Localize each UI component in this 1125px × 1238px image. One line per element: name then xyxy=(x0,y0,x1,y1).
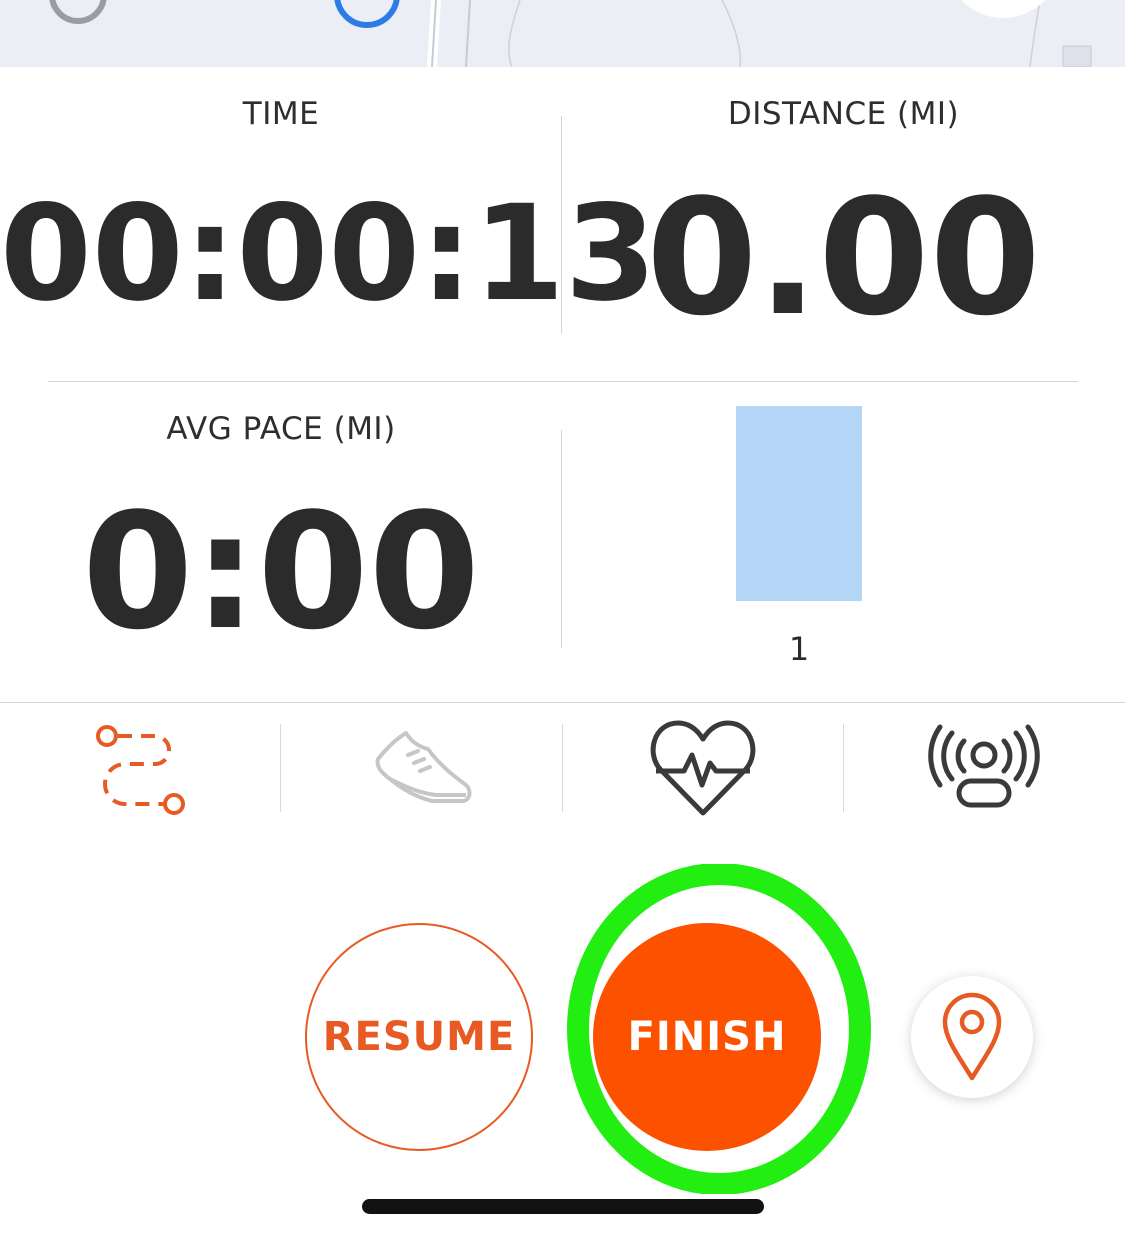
route-icon xyxy=(96,725,185,815)
finish-button-label: FINISH xyxy=(627,1014,787,1060)
divider xyxy=(0,702,1125,703)
heart-rate-icon xyxy=(650,720,756,816)
resume-button[interactable]: RESUME xyxy=(305,923,533,1151)
time-label: TIME xyxy=(242,96,320,132)
avg-pace-label: AVG PACE (MI) xyxy=(166,411,396,447)
resume-button-label: RESUME xyxy=(322,1014,516,1060)
tab-gear[interactable] xyxy=(281,712,561,824)
avg-pace-value: 0:00 xyxy=(82,478,480,665)
mapbox-logo xyxy=(49,0,1045,28)
shoe-icon xyxy=(375,731,472,803)
location-button[interactable] xyxy=(911,976,1033,1098)
map-view[interactable] xyxy=(0,0,1125,67)
split-bar xyxy=(736,406,862,601)
divider xyxy=(48,381,1078,382)
divider xyxy=(561,430,562,648)
tab-route[interactable] xyxy=(0,712,280,824)
distance-label: DISTANCE (MI) xyxy=(727,96,960,132)
distance-value: 0.00 xyxy=(646,164,1041,351)
home-indicator[interactable] xyxy=(362,1199,764,1214)
time-value: 00:00:13 xyxy=(0,177,657,331)
beacon-icon xyxy=(928,724,1040,808)
finish-button[interactable]: FINISH xyxy=(593,923,821,1151)
tab-heart-rate[interactable] xyxy=(563,712,843,824)
split-bar-label: 1 xyxy=(788,630,810,668)
location-pin-icon xyxy=(942,992,1002,1081)
tab-beacon[interactable] xyxy=(844,712,1124,824)
